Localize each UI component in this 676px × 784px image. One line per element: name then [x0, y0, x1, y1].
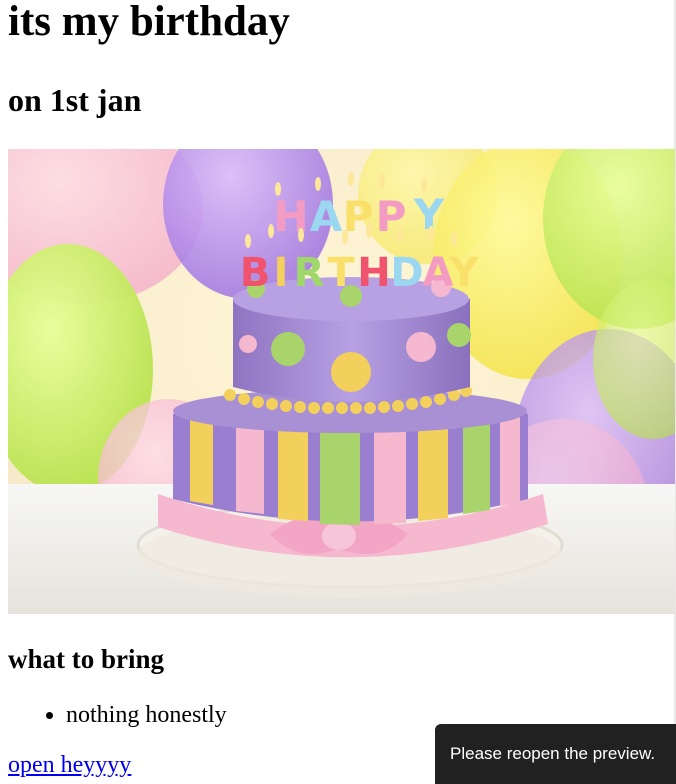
- page-title: its my birthday: [8, 0, 290, 45]
- section-title: what to bring: [8, 644, 165, 674]
- birthday-cake-image: H A P P Y B I R T H D A Y: [8, 149, 675, 614]
- svg-text:T: T: [327, 250, 355, 296]
- svg-text:B: B: [240, 250, 271, 296]
- page-subtitle: on 1st jan: [8, 82, 142, 118]
- preview-toast: Please reopen the preview.: [435, 724, 676, 784]
- list-item: nothing honestly: [66, 700, 227, 730]
- svg-text:H: H: [357, 250, 390, 296]
- bring-list: nothing honestly: [8, 700, 227, 730]
- open-link[interactable]: open heyyyy: [8, 750, 131, 780]
- svg-text:D: D: [390, 250, 423, 296]
- svg-text:Y: Y: [449, 250, 480, 296]
- svg-text:A: A: [310, 192, 343, 241]
- svg-text:R: R: [294, 250, 325, 296]
- svg-text:I: I: [274, 250, 289, 296]
